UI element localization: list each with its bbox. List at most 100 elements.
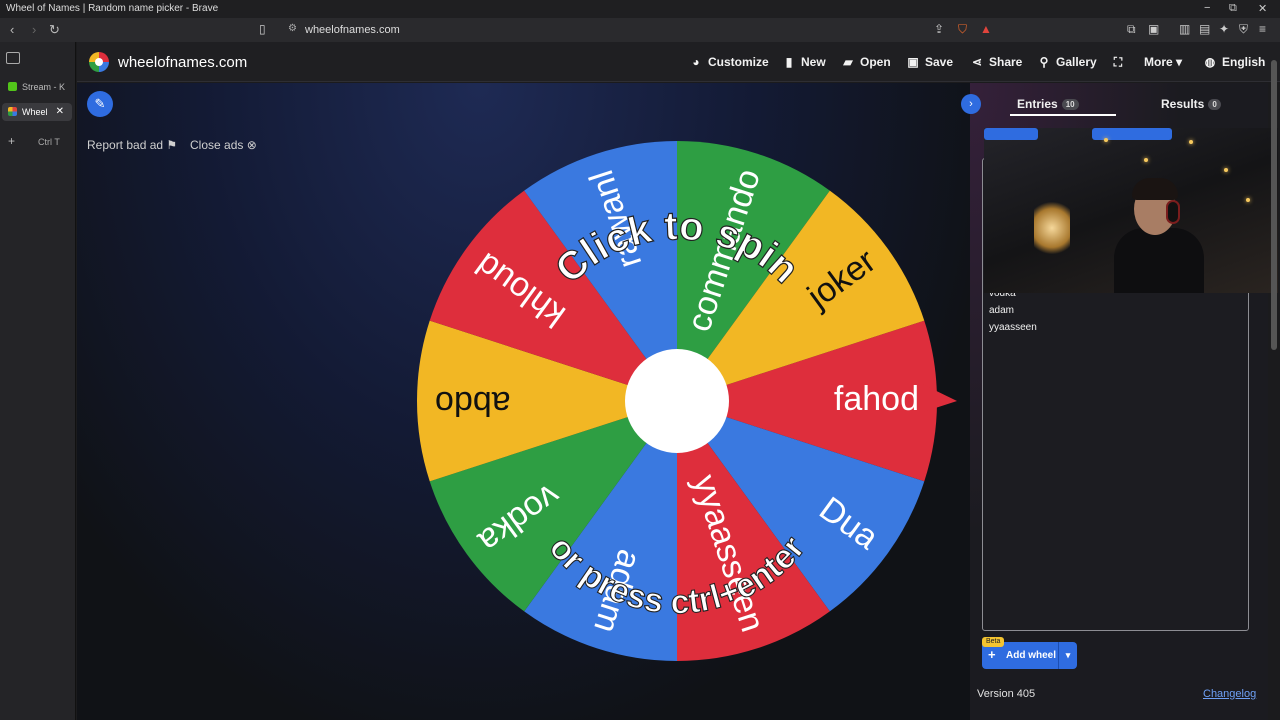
tab-results[interactable]: Results 0: [1161, 97, 1221, 111]
vpn-icon[interactable]: ⛨: [1239, 22, 1248, 37]
sidebar-toggle-icon[interactable]: [6, 52, 20, 64]
add-wheel-dropdown[interactable]: ▾: [1058, 642, 1077, 669]
file-icon: ▮: [785, 55, 793, 69]
webcam-overlay: [984, 128, 1278, 293]
tab-label: Stream - K: [22, 82, 66, 92]
fullscreen-icon: ⛶: [1113, 55, 1123, 69]
wallet-icon[interactable]: ▤: [1199, 22, 1210, 36]
more-label: More: [1144, 55, 1173, 69]
tab-entries[interactable]: Entries 10: [1017, 97, 1079, 111]
bookmark-icon[interactable]: ▯: [259, 22, 266, 36]
streamer-hair: [1132, 178, 1178, 200]
tab-stream[interactable]: Stream - K: [2, 78, 72, 96]
beta-badge: Beta: [982, 637, 1005, 647]
spin-wheel[interactable]: fahodDuayyaasseenadamvodkaabdokhloudrawa…: [77, 83, 970, 720]
extensions-icon[interactable]: ⧉: [1127, 22, 1136, 37]
menu-icon[interactable]: ≡: [1259, 22, 1266, 36]
fairy-light: [1246, 198, 1250, 202]
vertical-tab-strip: Stream - K Wheel ✕ + Ctrl T: [0, 42, 76, 720]
fullscreen-button[interactable]: ⛶: [1111, 55, 1130, 70]
gallery-button[interactable]: ⚲ Gallery: [1037, 55, 1097, 69]
collapse-panel-button[interactable]: ›: [961, 94, 981, 114]
window-title: Wheel of Names | Random name picker - Br…: [6, 3, 219, 14]
share-page-icon[interactable]: ⇪: [934, 22, 944, 36]
toolbar-strip: [984, 128, 1038, 140]
tab-label: Wheel: [22, 107, 48, 117]
wheel-logo-icon: [89, 52, 109, 72]
chevron-down-icon: ▾: [1176, 55, 1183, 69]
site-info-icon[interactable]: ⚙: [288, 23, 297, 34]
os-title-bar: Wheel of Names | Random name picker - Br…: [0, 0, 1280, 18]
entry-line: adam: [989, 305, 1015, 316]
close-tab-icon[interactable]: ✕: [56, 106, 64, 117]
restore-icon[interactable]: ⧉: [1229, 2, 1237, 15]
more-button[interactable]: More ▾: [1144, 55, 1182, 69]
entry-line: yyaasseen: [989, 322, 1037, 333]
sidebar-icon[interactable]: ▥: [1179, 22, 1190, 36]
app-header: wheelofnames.com ◕ Customize ▮ New ▰ Open ▣…: [77, 42, 1280, 82]
version-text: Version 405: [977, 688, 1036, 700]
lantern-decoration: [1034, 198, 1070, 258]
entries-panel: › Entries 10 Results 0 vodka adam yyaassee…: [961, 83, 1278, 720]
screenshot-icon[interactable]: ▣: [1148, 22, 1159, 36]
search-icon: ⚲: [1039, 55, 1049, 69]
changelog-link[interactable]: Changelog: [1203, 688, 1256, 700]
url-text: wheelofnames.com: [305, 24, 400, 36]
wheel-segment-label: fahod: [834, 380, 919, 418]
address-bar[interactable]: ⚙ wheelofnames.com: [280, 21, 1000, 39]
entries-tab-label: Entries: [1017, 97, 1058, 111]
headset-icon: [1166, 200, 1180, 224]
wheel-center-hub[interactable]: [625, 349, 729, 453]
palette-icon: ◕: [692, 55, 700, 69]
brand-name: wheelofnames.com: [118, 54, 248, 71]
customize-button[interactable]: ◕ Customize: [689, 55, 769, 69]
customize-label: Customize: [708, 55, 769, 69]
wheel-area: ✎ Report bad ad ⚑ Close ads ⊗ fahod Dua yy…: [77, 83, 970, 720]
plus-icon: +: [988, 647, 996, 662]
forward-icon[interactable]: ›: [32, 22, 36, 37]
wheel-segment-label: abdo: [435, 384, 511, 422]
new-tab-shortcut: Ctrl T: [38, 137, 60, 147]
fairy-light: [1104, 138, 1108, 142]
language-button[interactable]: ◍ English: [1203, 55, 1266, 69]
streamer-body: [1114, 228, 1204, 293]
brave-rewards-icon[interactable]: ▲: [980, 22, 992, 36]
new-button[interactable]: ▮ New: [782, 55, 826, 69]
chevron-right-icon: ›: [969, 98, 973, 110]
back-icon[interactable]: ‹: [10, 22, 14, 37]
reload-icon[interactable]: ↻: [49, 22, 60, 38]
share-label: Share: [989, 55, 1023, 69]
wheel-favicon-icon: [8, 107, 17, 116]
browser-toolbar: ‹ › ↻ ▯ ⚙ wheelofnames.com ⇪ ⛉ ▲ ⧉ ▣ ▥ ▤…: [0, 18, 1280, 42]
brave-shields-icon[interactable]: ⛉: [958, 22, 967, 37]
share-button[interactable]: ⋖ Share: [970, 55, 1022, 69]
add-wheel-label: Add wheel: [1006, 650, 1057, 661]
fairy-light: [1189, 140, 1193, 144]
wheel-pointer: [920, 383, 957, 413]
globe-icon: ◍: [1204, 55, 1216, 69]
minimize-icon[interactable]: −: [1204, 2, 1210, 14]
save-icon: ▣: [907, 55, 919, 69]
page-scrollbar[interactable]: [1271, 60, 1277, 350]
chevron-down-icon: ▾: [1065, 650, 1071, 660]
open-label: Open: [860, 55, 891, 69]
results-tab-label: Results: [1161, 97, 1205, 111]
fairy-light: [1144, 158, 1148, 162]
share-icon: ⋖: [971, 55, 983, 69]
new-tab-icon[interactable]: +: [8, 134, 15, 148]
tab-wheel[interactable]: Wheel ✕: [2, 103, 72, 121]
open-button[interactable]: ▰ Open: [841, 55, 891, 69]
fairy-light: [1224, 168, 1228, 172]
folder-icon: ▰: [843, 55, 853, 69]
leo-icon[interactable]: ✦: [1219, 22, 1229, 36]
new-label: New: [801, 55, 826, 69]
gallery-label: Gallery: [1056, 55, 1097, 69]
save-button[interactable]: ▣ Save: [906, 55, 953, 69]
close-window-icon[interactable]: ✕: [1258, 2, 1267, 15]
results-count-badge: 0: [1208, 99, 1221, 110]
language-label: English: [1222, 55, 1266, 69]
active-tab-indicator: [1010, 114, 1116, 116]
entries-count-badge: 10: [1061, 99, 1079, 110]
save-label: Save: [925, 55, 954, 69]
kick-favicon-icon: [8, 82, 17, 91]
